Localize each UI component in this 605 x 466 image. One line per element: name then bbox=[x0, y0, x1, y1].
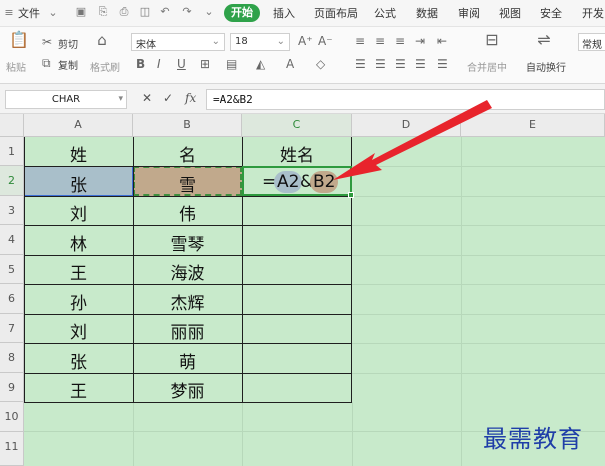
watermark: 最需教育 bbox=[483, 425, 583, 453]
annotation-arrow-icon bbox=[333, 100, 492, 180]
